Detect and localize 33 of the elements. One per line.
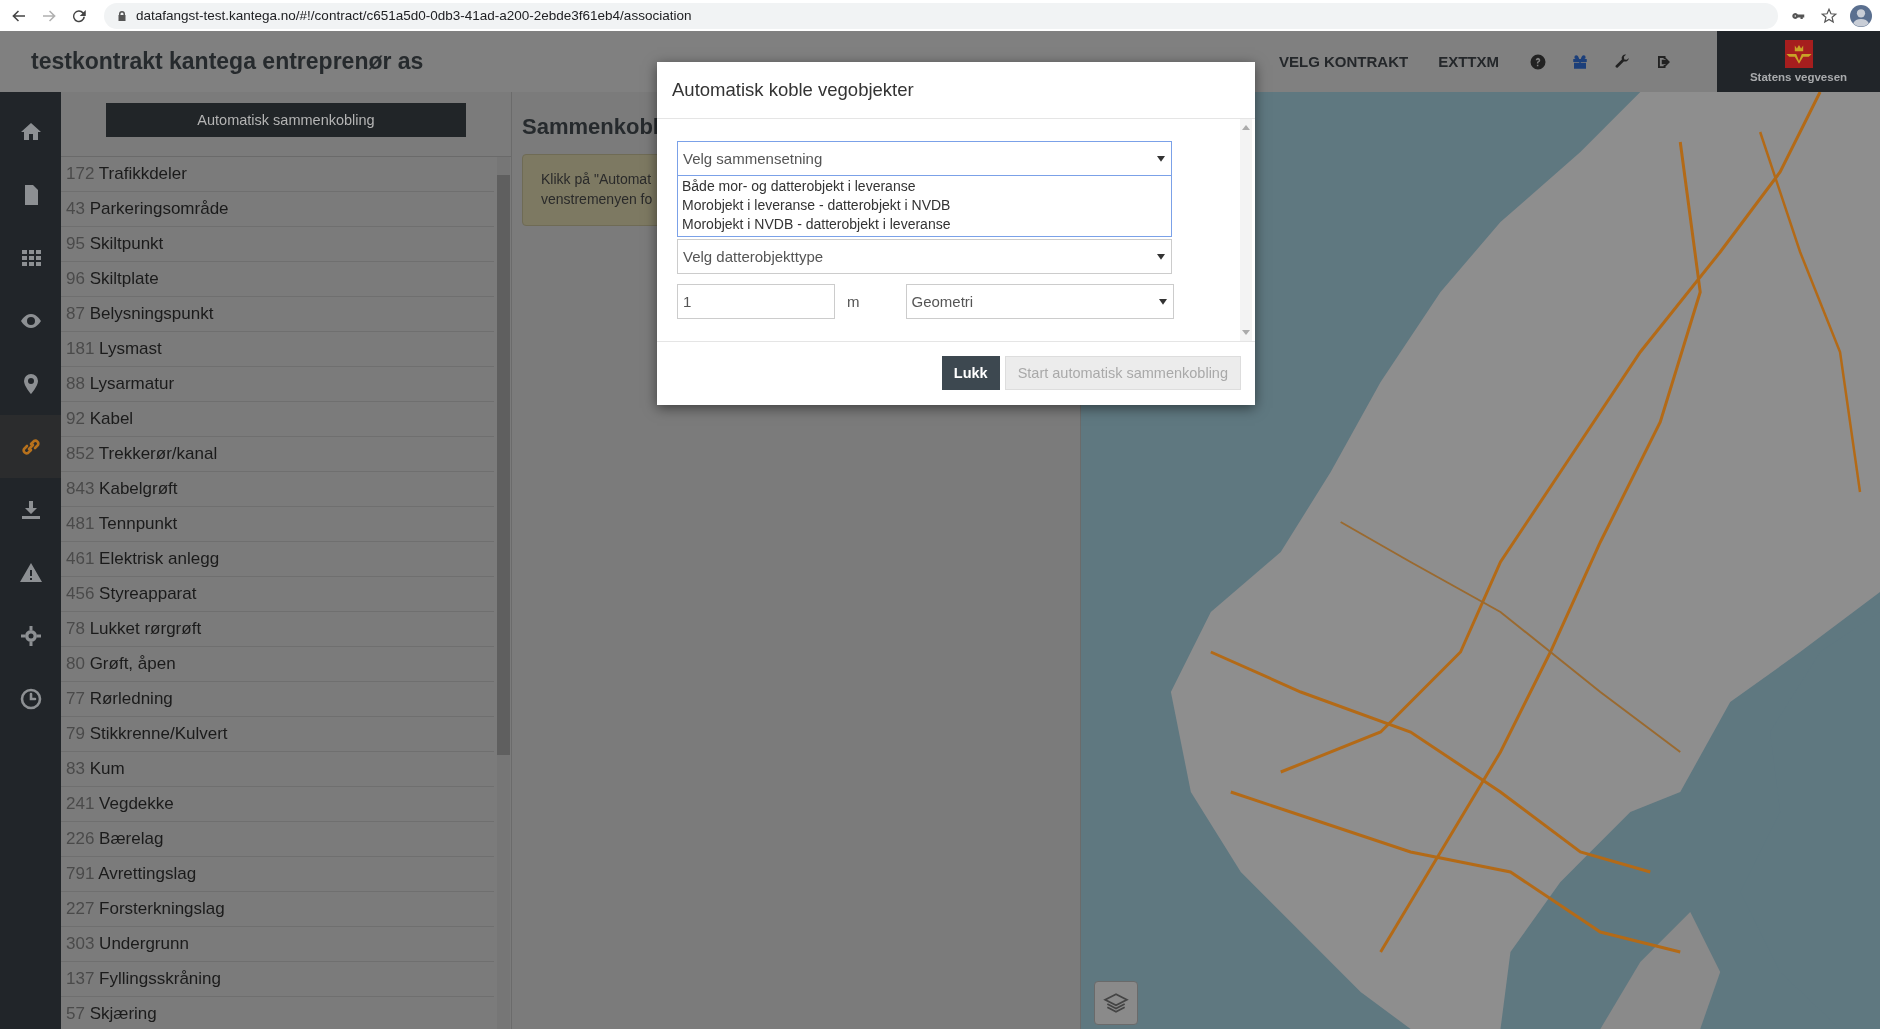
gift-icon[interactable] <box>1571 52 1589 71</box>
caret-icon <box>1157 253 1165 260</box>
wrench-icon[interactable] <box>1613 52 1631 71</box>
nav-link[interactable]: VELG KONTRAKT <box>1279 53 1409 70</box>
method-select[interactable]: Geometri <box>905 284 1174 319</box>
close-button[interactable]: Lukk <box>941 356 1000 390</box>
dialog-title: Automatisk koble vegobjekter <box>672 79 914 101</box>
help-icon[interactable] <box>1529 52 1547 71</box>
layers-button[interactable] <box>1094 981 1138 1025</box>
avatar-icon[interactable] <box>1850 4 1872 27</box>
dropdown-option[interactable]: Morobjekt i NVDB - datterobjekt i leveranse <box>682 215 1167 234</box>
composition-select[interactable]: Velg sammensetning <box>677 141 1172 176</box>
clock-icon <box>18 686 43 711</box>
unit-label: m <box>847 293 860 310</box>
distance-input[interactable]: 1 <box>677 284 835 319</box>
logo-icon <box>1783 40 1814 68</box>
scrollbar[interactable] <box>497 157 510 1029</box>
caret-icon <box>1158 298 1167 305</box>
notice-text: Klikk på "Automat <box>541 170 652 189</box>
section-heading: Sammenkobl <box>522 114 660 140</box>
url-field[interactable]: datafangst-test.kantega.no/#!/contract/c651a5d0-0db3-41ad-a200-2ebde3f61eb4/association <box>104 2 1778 29</box>
logo-caption: Statens vegvesen <box>1749 71 1848 83</box>
star-icon[interactable] <box>1820 6 1838 25</box>
sidebar-item[interactable] <box>0 415 61 478</box>
nav-link[interactable]: EXTTXM <box>1438 53 1499 70</box>
child-type-select[interactable]: Velg datterobjekttype <box>677 239 1172 274</box>
app-title: testkontrakt kantega entreprenør as <box>30 48 425 75</box>
dropdown-option[interactable]: Morobjekt i leveranse - datterobjekt i NVDB <box>682 196 1167 215</box>
notice-text: venstremenyen fo <box>541 190 653 209</box>
auto-link-button[interactable]: Automatisk sammenkobling <box>106 103 466 137</box>
caret-icon <box>1157 155 1165 162</box>
dropdown-option[interactable]: Både mor- og datterobjekt i leveranse <box>682 177 1167 196</box>
lock-icon <box>116 9 128 22</box>
